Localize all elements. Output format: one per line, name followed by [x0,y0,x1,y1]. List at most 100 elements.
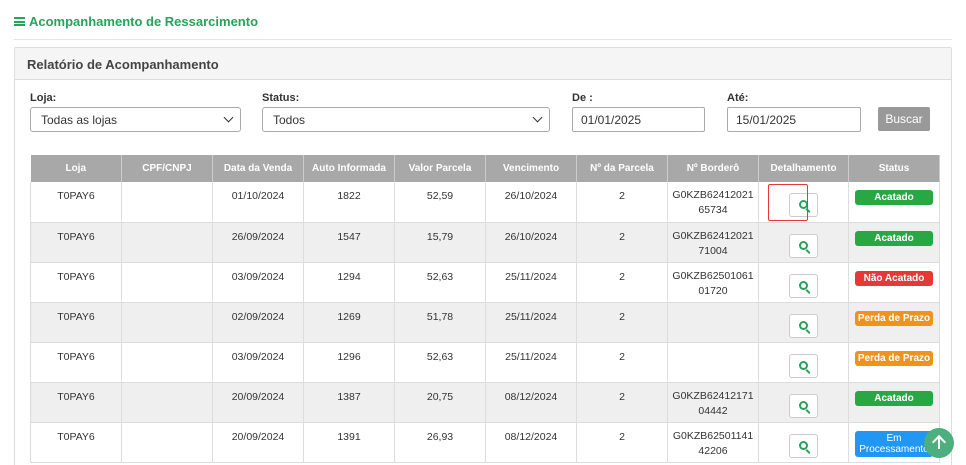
status-select[interactable]: Todos [262,107,550,132]
search-icon [799,280,808,290]
cell-data-venda: 20/09/2024 [212,382,304,423]
status-badge: Acatado [855,190,933,205]
cell-data-venda: 03/09/2024 [212,262,304,303]
status-badge: Em Processamento [855,430,933,457]
bordero-line-1: G0KZB62412021 [672,189,754,201]
cell-auto: 1391 [303,422,395,463]
cell-parcela: 2 [576,182,668,223]
search-button[interactable]: Buscar [878,107,930,131]
menu-icon[interactable] [14,17,25,26]
bordero-line-2: 42206 [698,444,728,457]
cell-parcela: 2 [576,222,668,263]
bordero-line-1: G0KZB62501061 [672,269,754,282]
cell-vencimento: 26/10/2024 [485,222,577,263]
status-badge: Perda de Prazo [855,350,933,366]
status-badge: Perda de Prazo [855,310,933,326]
cell-auto: 1296 [303,342,395,383]
detail-button[interactable] [789,353,818,378]
status-line-1: Em [886,432,902,444]
table-row: T0PAY6 20/09/2024 1387 20,75 08/12/2024 … [30,382,940,423]
col-header-parcela[interactable]: Nº da Parcela [576,155,668,182]
table-header-row: Loja CPF/CNPJ Data da Venda Auto Informa… [30,155,940,182]
cell-auto: 1269 [303,302,395,343]
cell-cpf [121,422,213,463]
search-icon [799,400,808,410]
ate-date-input[interactable]: 15/01/2025 [727,107,861,132]
cell-parcela: 2 [576,422,668,463]
cell-loja: T0PAY6 [30,222,122,263]
col-header-vencimento[interactable]: Vencimento [485,155,577,182]
cell-vencimento: 25/11/2024 [485,262,577,303]
cell-status: Acatado [848,382,940,423]
cell-valor: 26,93 [394,422,486,463]
cell-detalhamento [758,342,849,383]
loja-label: Loja: [30,92,57,104]
cell-auto: 1294 [303,262,395,303]
scroll-top-button[interactable] [924,428,954,458]
search-icon [799,440,808,450]
cell-vencimento: 25/11/2024 [485,302,577,343]
bordero-line-2: 04442 [698,404,728,417]
cell-cpf [121,262,213,303]
cell-detalhamento [758,222,849,263]
ate-label: Até: [727,92,749,104]
bordero-line-2: 65734 [698,204,728,216]
cell-valor: 52,59 [394,182,486,223]
cell-vencimento: 25/11/2024 [485,342,577,383]
chevron-down-icon [532,112,543,123]
bordero-line-2: 01720 [698,284,728,297]
cell-detalhamento [758,302,849,343]
cell-cpf [121,222,213,263]
de-date-input[interactable]: 01/01/2025 [572,107,705,132]
status-badge: Acatado [855,230,933,246]
detail-button[interactable] [789,313,818,338]
cell-status: Não Acatado [848,262,940,303]
cell-parcela: 2 [576,262,668,303]
cell-loja: T0PAY6 [30,342,122,383]
cell-loja: T0PAY6 [30,182,122,223]
chevron-down-icon [223,112,234,123]
cell-loja: T0PAY6 [30,382,122,423]
cell-bordero: G0KZB62412021 65734 [667,182,759,223]
col-header-data-venda[interactable]: Data da Venda [212,155,304,182]
detail-button[interactable] [789,433,818,458]
loja-select-value: Todas as lojas [41,113,118,127]
cell-loja: T0PAY6 [30,262,122,303]
col-header-status[interactable]: Status [848,155,940,182]
de-label: De : [572,92,593,104]
cell-vencimento: 26/10/2024 [485,182,577,223]
cell-auto: 1547 [303,222,395,263]
cell-vencimento: 08/12/2024 [485,422,577,463]
cell-cpf [121,182,213,223]
cell-auto: 1822 [303,182,395,223]
page-title-text: Acompanhamento de Ressarcimento [29,14,259,29]
detail-button[interactable] [789,273,818,298]
table-row: T0PAY6 03/09/2024 1294 52,63 25/11/2024 … [30,262,940,303]
status-badge: Acatado [855,390,933,406]
cell-valor: 51,78 [394,302,486,343]
cell-bordero: G0KZB62412171 04442 [667,382,759,423]
status-badge: Não Acatado [855,270,933,286]
highlight-box [768,184,808,221]
table-row: T0PAY6 03/09/2024 1296 52,63 25/11/2024 … [30,342,940,383]
cell-status: Perda de Prazo [848,302,940,343]
col-header-valor[interactable]: Valor Parcela [394,155,486,182]
col-header-detalhamento[interactable]: Detalhamento [758,155,849,182]
cell-parcela: 2 [576,342,668,383]
col-header-auto[interactable]: Auto Informada [303,155,395,182]
col-header-bordero[interactable]: Nº Borderô [667,155,759,182]
table-row: T0PAY6 02/09/2024 1269 51,78 25/11/2024 … [30,302,940,343]
cell-data-venda: 26/09/2024 [212,222,304,263]
table-row: T0PAY6 26/09/2024 1547 15,79 26/10/2024 … [30,222,940,263]
loja-select[interactable]: Todas as lojas [30,107,241,132]
cell-auto: 1387 [303,382,395,423]
detail-button[interactable] [789,233,818,258]
cell-cpf [121,302,213,343]
cell-detalhamento [758,262,849,303]
status-select-value: Todos [273,113,306,127]
col-header-cpf[interactable]: CPF/CNPJ [121,155,213,182]
cell-data-venda: 02/09/2024 [212,302,304,343]
col-header-loja[interactable]: Loja [30,155,122,182]
bordero-line-2: 71004 [698,244,728,257]
detail-button[interactable] [789,393,818,418]
